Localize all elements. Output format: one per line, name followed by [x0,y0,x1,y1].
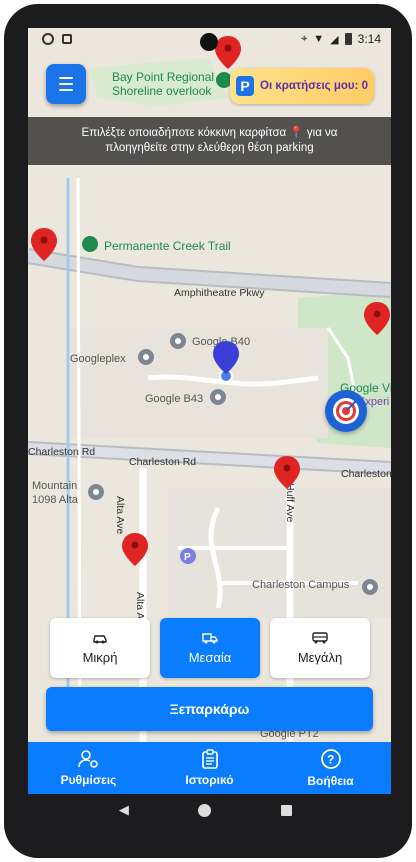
camera-cutout [200,33,218,51]
bookings-chip[interactable]: P Οι κρατήσεις μου: 0 [230,68,374,104]
poi-trail-icon [82,236,98,252]
signal-icon: ◢ [330,33,339,46]
size-small-label: Μικρή [82,649,118,665]
hamburger-icon [59,77,73,79]
unpark-button[interactable]: Ξεπαρκάρω [46,687,373,731]
parking-icon: P [236,76,255,96]
size-large-label: Μεγάλη [297,649,343,665]
car-small-icon [93,634,107,643]
home-icon[interactable] [198,803,212,817]
size-medium-label: Μεσαία [188,649,232,665]
info-banner: Επιλέξτε οποιαδήποτε κόκκινη καρφίτσα 📍 … [28,117,391,165]
screen: Bay Point Regional Shoreline overlook Pe… [28,28,391,794]
status-time: 3:14 [357,32,381,46]
my-car-pin-icon [213,341,239,374]
parking-pin-icon [274,456,300,489]
nav-help[interactable]: ? Βοήθεια [270,742,391,794]
help-circle-icon: ? [320,749,341,769]
banner-line-2: πλοηγηθείτε στην ελεύθερη θέση parking [105,142,314,154]
nav-history-label: Ιστορικό [185,773,234,787]
phone-frame: Bay Point Regional Shoreline overlook Pe… [4,4,412,858]
system-nav-bar: ◀ [24,790,387,830]
truck-icon [202,632,218,643]
sim-icon [62,34,72,44]
svg-text:P: P [184,552,191,563]
clipboard-icon [201,749,218,769]
nav-help-label: Βοήθεια [307,774,354,788]
user-settings-icon [77,750,98,768]
status-app-icon [42,33,54,45]
bus-icon [312,631,328,643]
back-icon[interactable]: ◀ [119,802,129,818]
recents-icon[interactable] [281,804,293,816]
wifi-icon: ▼ [313,33,325,45]
parking-pin-icon [364,302,390,335]
parking-pin-icon [122,533,148,566]
nav-settings[interactable]: Ρυθμίσεις [28,742,149,794]
size-large-button[interactable]: Μεγάλη [270,618,370,678]
vehicle-size-selector: Μικρή Μεσαία Μεγάλη [50,618,370,678]
nav-settings-label: Ρυθμίσεις [60,773,117,787]
size-small-button[interactable]: Μικρή [50,618,150,678]
banner-line-1: Επιλέξτε οποιαδήποτε κόκκινη καρφίτσα 📍 … [81,127,338,139]
menu-button[interactable] [46,64,86,104]
bookings-label: Οι κρατήσεις μου: 0 [260,80,368,92]
recenter-button[interactable] [325,390,367,432]
status-bar: ⌖ ▼ ◢ 3:14 [28,28,391,51]
nav-history[interactable]: Ιστορικό [149,742,270,794]
parking-pin-icon [31,228,57,261]
size-medium-button[interactable]: Μεσαία [160,618,260,678]
bottom-nav: Ρυθμίσεις Ιστορικό ? Βοήθεια [28,742,391,794]
location-icon: ⌖ [301,32,308,45]
battery-icon [344,33,352,45]
target-icon [333,398,359,424]
svg-text:?: ? [327,753,334,767]
